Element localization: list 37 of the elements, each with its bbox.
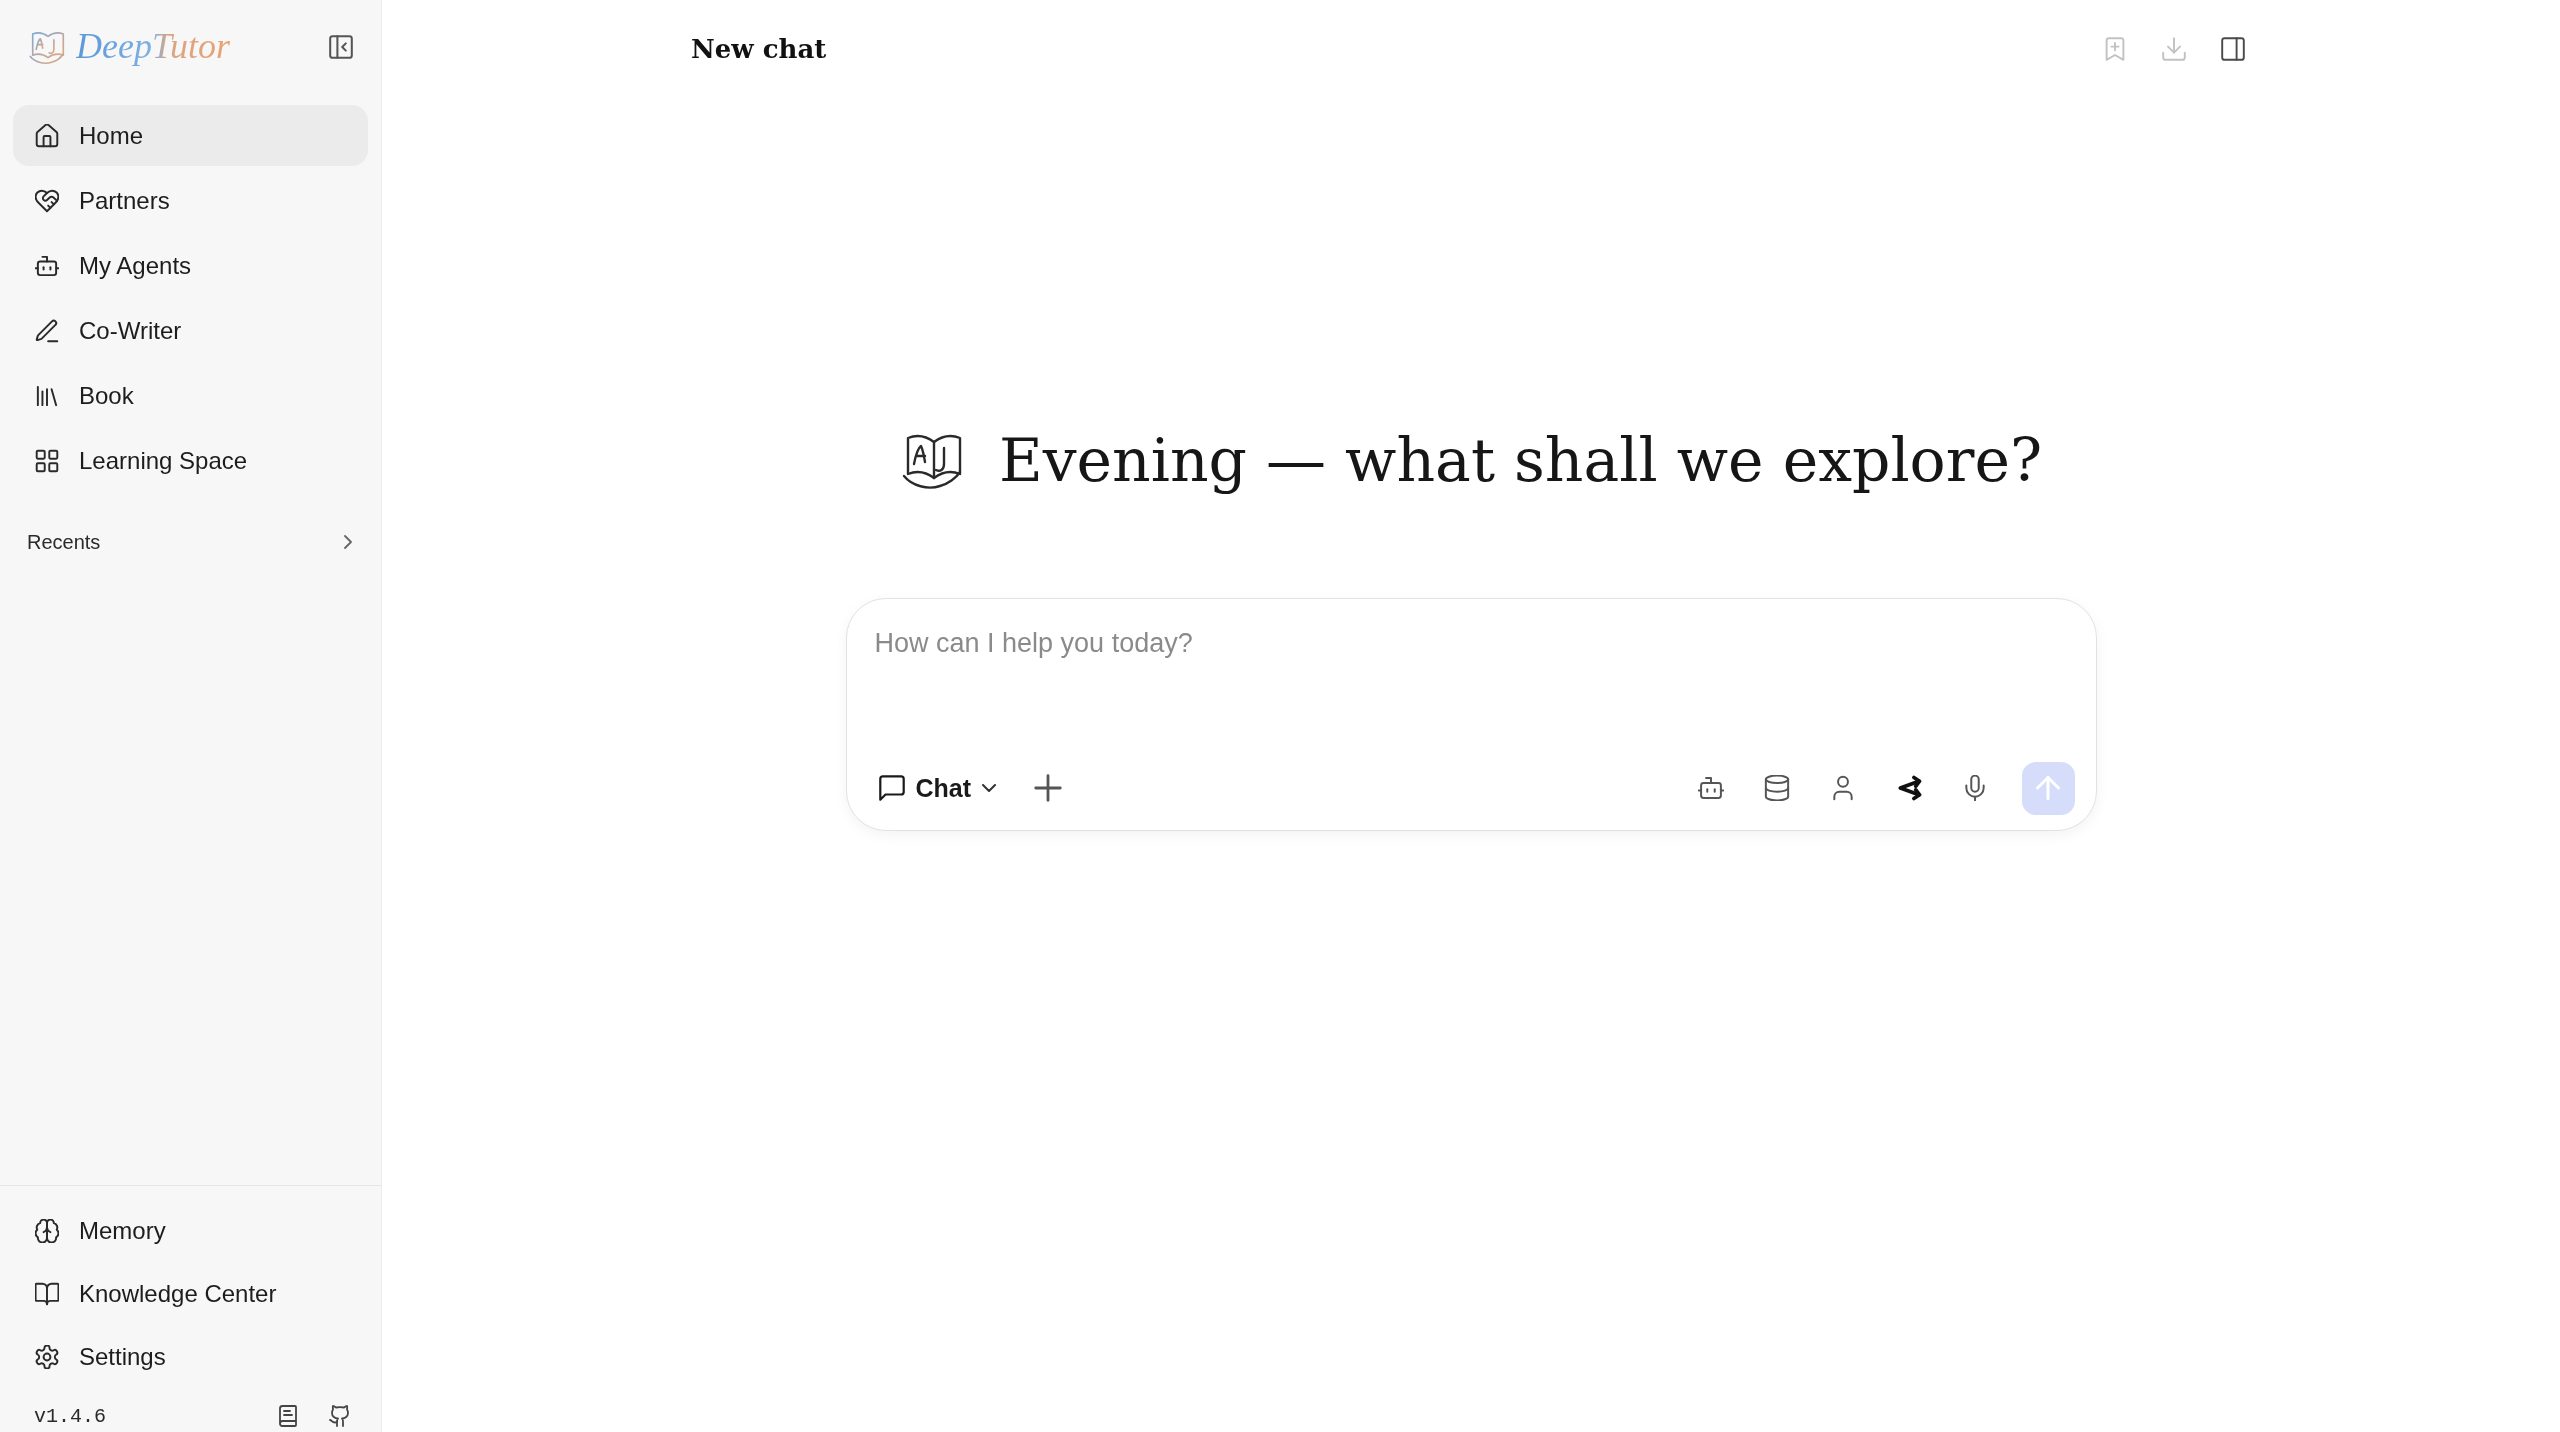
chevron-right-icon	[344, 535, 352, 549]
mode-dropdown[interactable]: Chat	[866, 765, 1009, 811]
nav-item[interactable]: Learning Space	[13, 430, 368, 491]
database-icon	[1763, 775, 1790, 801]
nav-item[interactable]: Settings	[13, 1328, 368, 1386]
version-label: v1.4.6	[34, 1404, 106, 1428]
panel-right-icon	[2221, 37, 2245, 61]
notebook-icon	[277, 1405, 299, 1427]
panel-left-close-icon	[329, 35, 353, 59]
robot-icon	[1697, 775, 1724, 801]
greeting-heading: Evening — what shall we explore?	[998, 425, 2043, 495]
message-input[interactable]: How can I help you today?	[846, 599, 2096, 761]
nav-item[interactable]: Book	[13, 365, 368, 426]
caret-icon	[982, 784, 997, 792]
message-composer-field[interactable]: How can I help you today? Chat	[845, 598, 2097, 831]
open-book-icon	[35, 1282, 59, 1306]
nav-item[interactable]: My Agents	[13, 235, 368, 296]
github-icon	[329, 1405, 351, 1427]
nav-item[interactable]: Knowledge Center	[13, 1265, 368, 1323]
pen-icon	[35, 318, 59, 343]
nav-item[interactable]: Home	[13, 105, 368, 166]
library-icon	[35, 383, 59, 408]
nav-item[interactable]: Partners	[13, 170, 368, 231]
grid-icon	[35, 448, 59, 473]
settings-icon	[35, 1345, 59, 1369]
bookmark-plus-icon	[2103, 37, 2127, 61]
chat-title: New chat	[691, 34, 827, 64]
nav-item[interactable]: Memory	[13, 1202, 368, 1260]
nav-item[interactable]: Co-Writer	[13, 300, 368, 361]
plus-icon	[1034, 774, 1063, 802]
brain-icon	[35, 1219, 59, 1243]
home-icon	[35, 123, 59, 148]
download-icon	[2162, 37, 2186, 61]
chat-bubble-icon	[878, 775, 905, 801]
recents-toggle[interactable]: Recents	[13, 522, 368, 562]
heart-handshake-icon	[35, 188, 59, 213]
robot-icon	[35, 253, 59, 278]
